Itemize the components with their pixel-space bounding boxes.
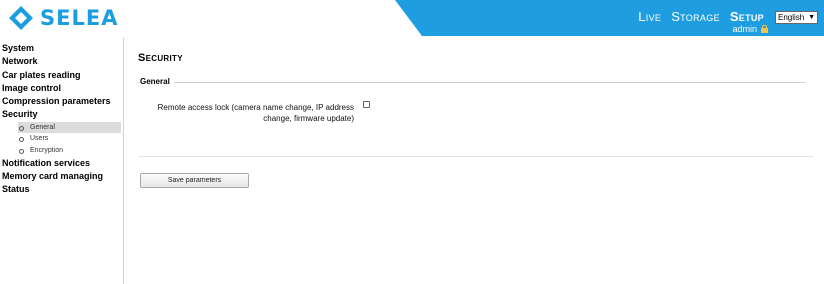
subnav-item-encryption[interactable]: Encryption xyxy=(18,145,121,157)
security-subnav: General Users Encryption xyxy=(0,121,123,157)
top-header: SELEA Live Storage Setup English ▼ admin xyxy=(0,0,824,36)
nav-storage[interactable]: Storage xyxy=(671,9,720,24)
selea-logo-icon xyxy=(9,6,33,30)
remote-access-lock-checkbox[interactable] xyxy=(363,101,370,108)
sidebar-item-status[interactable]: Status xyxy=(0,183,123,196)
sidebar-item-compression-parameters[interactable]: Compression parameters xyxy=(0,95,123,108)
lock-icon[interactable] xyxy=(761,25,768,33)
user-indicator[interactable]: admin xyxy=(732,24,768,34)
sidebar-item-memory-card-managing[interactable]: Memory card managing xyxy=(0,170,123,183)
section-divider xyxy=(138,82,805,83)
sidebar-item-network[interactable]: Network xyxy=(0,55,123,68)
nav-live[interactable]: Live xyxy=(638,9,661,24)
subnav-item-users[interactable]: Users xyxy=(18,133,121,145)
subnav-item-general[interactable]: General xyxy=(18,121,121,134)
sidebar-item-system[interactable]: System xyxy=(0,42,123,55)
sidebar-item-notification-services[interactable]: Notification services xyxy=(0,157,123,170)
page-title: Security xyxy=(138,52,183,64)
sidebar-item-car-plates-reading[interactable]: Car plates reading xyxy=(0,69,123,82)
language-select[interactable]: English ▼ xyxy=(775,11,818,24)
top-navigation: Live Storage Setup xyxy=(638,9,764,24)
chevron-down-icon: ▼ xyxy=(808,14,815,21)
username: admin xyxy=(732,24,757,34)
nav-setup[interactable]: Setup xyxy=(730,9,764,24)
language-value: English xyxy=(778,13,805,22)
sidebar-item-image-control[interactable]: Image control xyxy=(0,82,123,95)
selea-logo[interactable]: SELEA xyxy=(8,5,118,31)
content-divider xyxy=(138,156,814,157)
brand-name: SELEA xyxy=(40,6,119,30)
save-parameters-button[interactable]: Save parameters xyxy=(140,173,249,188)
main-content: Security General Remote access lock (cam… xyxy=(138,38,814,284)
section-legend: General xyxy=(140,77,174,86)
sidebar-item-security[interactable]: Security xyxy=(0,108,123,121)
remote-access-lock-label: Remote access lock (camera name change, … xyxy=(157,103,354,123)
sidebar: System Network Car plates reading Image … xyxy=(0,38,124,284)
